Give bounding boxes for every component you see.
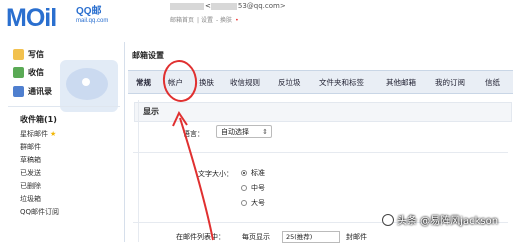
tab-mail-rules[interactable]: 收信规则 [230,77,260,88]
watermark-avatar-icon [382,213,394,226]
sidebar-item-junk[interactable]: 垃圾箱 [20,194,41,204]
home-link[interactable]: 邮箱首页 [170,17,194,24]
page-title: 邮箱设置 [132,51,164,60]
compose-label: 写信 [28,50,44,59]
tab-antispam[interactable]: 反垃圾 [278,77,301,88]
font-size-medium-label: 中号 [251,184,265,192]
compose-button[interactable]: 写信 [13,49,44,60]
top-bar: MOil QQ邮 mail.qq.com <53@qq.com> 邮箱首页 | 设… [0,0,513,42]
skin-link[interactable]: 换肤 [220,17,232,24]
radio-unchecked-icon [241,200,247,206]
new-dot-icon: • [235,17,239,24]
sidebar-item-subscriptions[interactable]: QQ邮件订阅 [20,207,59,217]
blurred-email [210,2,237,10]
sidebar-divider [8,106,120,107]
radio-checked-icon [241,170,247,176]
language-label: 语言： [183,130,204,138]
receive-button[interactable]: 收信 [13,67,44,78]
pencil-icon [13,49,24,60]
font-size-label: 文字大小： [198,170,233,178]
settings-link[interactable]: 设置 [201,17,213,24]
contacts-button[interactable]: 通讯录 [13,86,52,97]
watermark-text: 头条 @易阵风jackson [397,216,499,227]
receive-label: 收信 [28,68,44,77]
display-section-header: 显示 [134,102,512,122]
tab-general[interactable]: 常规 [136,77,151,88]
user-email: 53@qq.com> [237,2,286,10]
select-arrow-icon: ⇕ [262,128,268,136]
radio-unchecked-icon [241,185,247,191]
tab-my-subscriptions[interactable]: 我的订阅 [435,77,465,88]
inbox-receive-icon [13,67,24,78]
font-size-standard-radio[interactable]: 标准 [241,168,265,178]
star-icon: ★ [50,130,57,138]
qq-mail-logo[interactable]: MOil [6,4,57,33]
language-value: 自动选择 [221,128,249,136]
starred-label: 星标邮件 [20,130,48,138]
watermark: 头条 @易阵风jackson [382,212,498,227]
font-size-medium-radio[interactable]: 中号 [241,183,265,193]
sidebar-item-drafts[interactable]: 草稿箱 [20,155,41,165]
font-size-large-label: 大号 [251,199,265,207]
tab-stationery[interactable]: 信纸 [485,77,500,88]
form-label-separator [138,100,139,242]
font-size-large-radio[interactable]: 大号 [241,198,265,208]
logo-text: MOil [6,4,57,32]
contacts-label: 通讯录 [28,87,52,96]
logo-domain: mail.qq.com [76,18,109,24]
list-settings-label: 在邮件列表中： [176,233,225,241]
section-title: 显示 [143,107,159,116]
language-select[interactable]: 自动选择 ⇕ [216,125,272,138]
sidebar-item-starred[interactable]: 星标邮件 ★ [20,129,56,139]
font-size-standard-label: 标准 [251,169,265,177]
tab-folders-labels[interactable]: 文件夹和标签 [319,77,364,88]
logo-subtitle: QQ邮 mail.qq.com [76,2,146,24]
per-page-suffix: 封邮件 [346,233,367,241]
header-links: 邮箱首页 | 设置 - 换肤 • [170,17,239,24]
per-page-select[interactable]: 25(推荐) [282,231,340,243]
sidebar-item-group[interactable]: 群邮件 [20,142,41,152]
sidebar: 写信 收信 通讯录 [0,42,125,242]
address-book-icon [13,86,24,97]
tab-skin[interactable]: 换肤 [199,77,214,88]
user-account: <53@qq.com> [170,2,286,10]
tab-other-mailboxes[interactable]: 其他邮箱 [386,77,416,88]
sidebar-decoration [60,60,118,112]
sidebar-item-deleted[interactable]: 已删除 [20,181,41,191]
per-page-prefix: 每页显示 [242,233,270,241]
settings-tabs: 常规 帐户 换肤 收信规则 反垃圾 文件夹和标签 其他邮箱 我的订阅 信纸 [128,70,513,94]
sidebar-item-inbox[interactable]: 收件箱(1) [20,114,57,125]
sidebar-item-sent[interactable]: 已发送 [20,168,41,178]
tab-account[interactable]: 帐户 [168,77,183,88]
logo-brand: QQ邮 [76,6,102,17]
blurred-nickname [170,2,204,10]
row-divider [133,152,508,153]
